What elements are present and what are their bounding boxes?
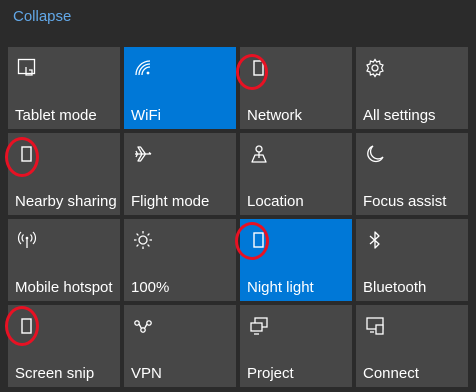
brightness-icon bbox=[132, 229, 154, 251]
location-icon bbox=[248, 143, 270, 165]
airplane-icon bbox=[132, 143, 154, 165]
tile-label: All settings bbox=[363, 107, 436, 124]
tile-label: Network bbox=[247, 107, 303, 124]
tile-label: Project bbox=[247, 365, 294, 382]
placeholder-icon bbox=[16, 315, 38, 337]
placeholder-icon bbox=[16, 143, 38, 165]
wifi-icon bbox=[132, 57, 154, 79]
tile-label: 100% bbox=[131, 279, 170, 296]
tile-label: Location bbox=[247, 193, 304, 210]
tile-brightness[interactable]: 100% bbox=[124, 219, 236, 301]
tile-focus-assist[interactable]: Focus assist bbox=[356, 133, 468, 215]
tile-label: WiFi bbox=[131, 107, 161, 124]
tile-label: Tablet mode bbox=[15, 107, 97, 124]
tile-label: VPN bbox=[131, 365, 162, 382]
tile-night-light[interactable]: Night light bbox=[240, 219, 352, 301]
tile-label: Connect bbox=[363, 365, 419, 382]
hotspot-icon bbox=[16, 229, 38, 251]
tile-network[interactable]: Network bbox=[240, 47, 352, 129]
placeholder-icon bbox=[248, 229, 270, 251]
moon-icon bbox=[364, 143, 386, 165]
tile-mobile-hotspot[interactable]: Mobile hotspot bbox=[8, 219, 120, 301]
tile-vpn[interactable]: VPN bbox=[124, 305, 236, 387]
tile-label: Flight mode bbox=[131, 193, 210, 210]
tile-project[interactable]: Project bbox=[240, 305, 352, 387]
tablet-mode-icon bbox=[16, 57, 38, 79]
tile-tablet-mode[interactable]: Tablet mode bbox=[8, 47, 120, 129]
tile-label: Focus assist bbox=[363, 193, 447, 210]
collapse-link[interactable]: Collapse bbox=[13, 8, 71, 25]
tile-location[interactable]: Location bbox=[240, 133, 352, 215]
tile-all-settings[interactable]: All settings bbox=[356, 47, 468, 129]
bluetooth-icon bbox=[364, 229, 386, 251]
connect-icon bbox=[364, 315, 386, 337]
gear-icon bbox=[364, 57, 386, 79]
tile-screen-snip[interactable]: Screen snip bbox=[8, 305, 120, 387]
tile-label: Bluetooth bbox=[363, 279, 427, 296]
tile-bluetooth[interactable]: Bluetooth bbox=[356, 219, 468, 301]
tile-label: Mobile hotspot bbox=[15, 279, 113, 296]
tile-flight-mode[interactable]: Flight mode bbox=[124, 133, 236, 215]
tile-label: Nearby sharing bbox=[15, 193, 117, 210]
placeholder-icon bbox=[248, 57, 270, 79]
project-icon bbox=[248, 315, 270, 337]
quick-actions-grid: Tablet mode WiFi Network All settings Ne… bbox=[8, 47, 469, 387]
vpn-icon bbox=[132, 315, 154, 337]
tile-nearby-sharing[interactable]: Nearby sharing bbox=[8, 133, 120, 215]
tile-connect[interactable]: Connect bbox=[356, 305, 468, 387]
tile-label: Screen snip bbox=[15, 365, 95, 382]
tile-label: Night light bbox=[247, 279, 314, 296]
tile-wifi[interactable]: WiFi bbox=[124, 47, 236, 129]
